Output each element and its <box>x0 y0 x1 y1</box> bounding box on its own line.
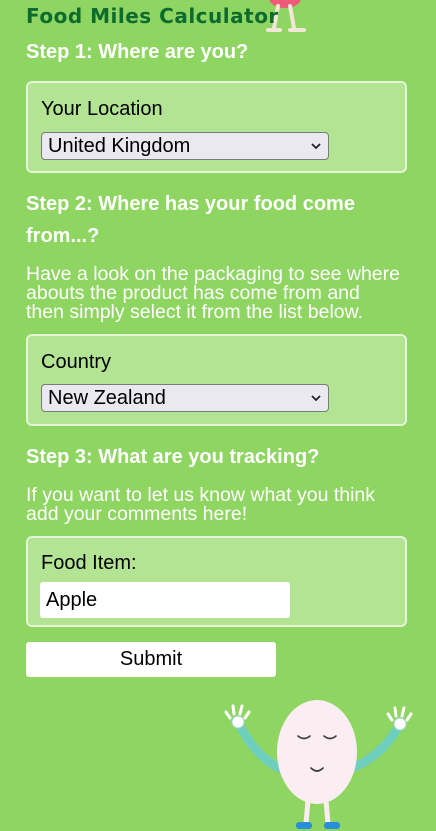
country-select[interactable]: New Zealand <box>41 384 329 412</box>
food-item-label: Food Item: <box>41 552 137 574</box>
country-label: Country <box>41 351 112 373</box>
location-panel: Your Location United Kingdom <box>26 81 407 173</box>
step1-heading: Step 1: Where are you? <box>26 41 249 63</box>
location-label: Your Location <box>41 98 163 120</box>
app-title: Food Miles Calculator <box>26 4 279 28</box>
submit-button[interactable]: Submit <box>26 642 276 677</box>
location-select-value: United Kingdom <box>48 135 191 157</box>
egg-mascot-illustration <box>224 700 413 829</box>
step2-heading-line2: from...? <box>26 225 100 247</box>
country-select-value: New Zealand <box>48 387 166 409</box>
chevron-down-icon <box>311 143 321 150</box>
step3-heading: Step 3: What are you tracking? <box>26 446 320 468</box>
location-select[interactable]: United Kingdom <box>41 132 329 160</box>
step2-heading-line1: Step 2: Where has your food come <box>26 193 355 215</box>
food-item-input[interactable] <box>40 582 290 618</box>
chevron-down-icon <box>311 395 321 402</box>
step2-help-line3: then simply select it from the list belo… <box>26 301 364 323</box>
step3-help-line2: add your comments here! <box>26 503 248 525</box>
food-item-panel: Food Item: <box>26 536 407 627</box>
country-panel: Country New Zealand <box>26 334 407 426</box>
